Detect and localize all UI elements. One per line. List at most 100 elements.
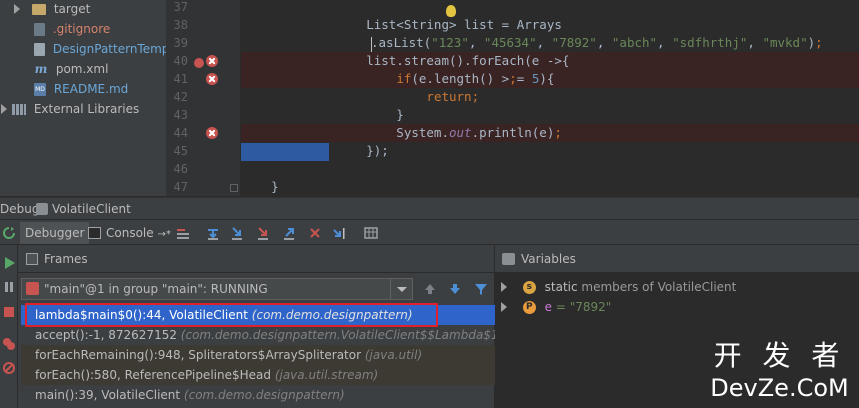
file-icon <box>34 43 45 56</box>
view-breakpoints-icon[interactable] <box>2 337 16 351</box>
tree-item-readme[interactable]: MD README.md <box>34 79 128 99</box>
tree-item-gitignore[interactable]: .gitignore <box>34 19 110 39</box>
code-line-40: list.stream().forEach(e ->{ <box>241 52 859 70</box>
show-execution-point-icon[interactable] <box>176 226 190 240</box>
project-tree: target .gitignore DesignPatternTemplate … <box>0 0 166 196</box>
frame-row[interactable]: main():39, VolatileClient (com.demo.desi… <box>21 385 495 405</box>
run-config-label[interactable]: VolatileClient <box>52 198 131 220</box>
line-number: 37 <box>173 0 188 14</box>
step-over-icon[interactable] <box>206 226 220 240</box>
frame-package: (com.demo.designpattern) <box>183 388 345 402</box>
lightbulb-icon[interactable] <box>446 5 456 17</box>
variable-row-static[interactable]: s static members of VolatileClient <box>501 277 736 297</box>
drop-frame-icon[interactable] <box>308 226 322 240</box>
console-icon <box>88 227 101 239</box>
frames-pane: Frames "main"@1 in group "main": RUNNING… <box>18 245 495 408</box>
code-line-38: List<String> list = Arrays <box>241 16 859 34</box>
markdown-file-icon: MD <box>34 83 46 96</box>
editor-gutter[interactable]: 37 38 39 40 41 42 43 44 45 46 47 <box>166 0 241 196</box>
lambda-breakpoint-icon[interactable] <box>194 58 204 68</box>
tree-item-external-libraries[interactable]: External Libraries <box>0 99 139 119</box>
tree-item-label: pom.xml <box>55 62 109 76</box>
frame-row[interactable]: forEachRemaining():948, Spliterators$Arr… <box>21 345 495 365</box>
breakpoint-icon[interactable] <box>206 73 218 85</box>
code-line-42: return; <box>241 88 859 106</box>
tab-label: Console <box>106 226 154 240</box>
filter-icon[interactable] <box>474 282 488 296</box>
rerun-icon[interactable] <box>2 226 16 240</box>
debug-title-label: Debug <box>0 202 40 216</box>
thread-dropdown[interactable]: "main"@1 in group "main": RUNNING <box>21 278 413 300</box>
thread-selected-value: "main"@1 in group "main": RUNNING <box>44 282 268 296</box>
tree-item-target[interactable]: target <box>14 0 90 19</box>
frames-header: Frames <box>18 245 494 273</box>
tree-item-pom[interactable]: m pom.xml <box>34 59 109 79</box>
breakpoint-icon[interactable] <box>206 127 218 139</box>
debug-side-toolbar <box>0 227 18 408</box>
static-badge-icon: s <box>522 281 536 294</box>
frame-row[interactable]: forEach():580, ReferencePipeline$Head (j… <box>21 365 495 385</box>
mute-breakpoints-icon[interactable] <box>2 361 16 375</box>
variables-icon <box>502 253 515 265</box>
expand-arrow-icon[interactable] <box>14 4 20 14</box>
text-caret <box>371 37 372 52</box>
watermark-line1: 开 发 者 <box>713 339 846 372</box>
tree-item-designpatterntemplate[interactable]: DesignPatternTemplate <box>34 39 166 59</box>
frame-package: (com.demo.designpattern) <box>251 308 413 322</box>
expand-arrow-icon[interactable] <box>501 302 507 312</box>
libraries-icon <box>12 104 26 115</box>
watermark-line2: DevZe.CoM <box>710 374 849 402</box>
variable-row-e[interactable]: P e = "7892" <box>501 297 611 317</box>
variable-value: = "7892" <box>552 300 612 314</box>
stop-icon[interactable] <box>2 305 16 319</box>
debug-toolbar: Debugger Console →* <box>0 219 859 245</box>
frame-row[interactable]: accept():-1, 872627152 (com.demo.designp… <box>21 325 495 345</box>
expand-arrow-icon[interactable] <box>501 282 507 292</box>
line-number: 41 <box>173 72 188 86</box>
run-config-icon <box>36 203 48 215</box>
code-editor[interactable]: List<String> list = Arrays .asList("123"… <box>241 0 859 196</box>
breakpoint-icon[interactable] <box>206 55 218 67</box>
frames-header-label: Frames <box>44 252 88 266</box>
code-line-41: if(e.length() >;= 5){ <box>241 70 859 88</box>
frame-method: forEach():580, ReferencePipeline$Head <box>35 368 271 382</box>
code-text: }); <box>306 143 389 158</box>
frame-row[interactable]: lambda$main$0():44, VolatileClient (com.… <box>21 305 495 325</box>
tab-debugger[interactable]: Debugger <box>20 222 90 244</box>
line-number: 39 <box>173 36 188 50</box>
code-line-43: } <box>241 106 859 124</box>
chevron-down-icon[interactable] <box>390 279 412 299</box>
pause-icon[interactable] <box>2 280 16 294</box>
debug-tool-window-title: Debug VolatileClient <box>0 197 859 219</box>
code-text: if(e.length() >;= 5){ <box>396 71 555 86</box>
maven-icon: m <box>34 62 48 76</box>
gitignore-file-icon <box>34 23 45 36</box>
code-text: System.out.println(e); <box>306 125 562 140</box>
frame-package: (com.demo.designpattern.VolatileClient$$… <box>180 328 495 342</box>
force-step-into-icon[interactable] <box>256 226 270 240</box>
variable-name: static <box>544 280 578 294</box>
arrow-down-icon[interactable] <box>448 282 462 296</box>
line-number: 42 <box>173 90 188 104</box>
line-number: 38 <box>173 18 188 32</box>
variables-header: Variables <box>495 245 859 273</box>
fold-icon[interactable] <box>230 184 238 192</box>
frame-package: (java.util) <box>364 348 423 362</box>
arrow-up-icon[interactable] <box>423 282 437 296</box>
step-out-icon[interactable] <box>282 226 296 240</box>
expand-arrow-icon[interactable] <box>1 104 7 114</box>
code-line-44: System.out.println(e); <box>241 124 859 142</box>
evaluate-expression-icon[interactable] <box>364 226 378 240</box>
frame-package: (java.util.stream) <box>274 368 379 382</box>
tab-console[interactable]: Console →* <box>84 222 176 244</box>
step-into-icon[interactable] <box>230 226 244 240</box>
variable-value: members of VolatileClient <box>577 280 737 294</box>
code-text: list.stream().forEach(e ->{ <box>306 53 570 68</box>
devze-watermark-logo: 开 发 者 DevZe.CoM <box>700 338 859 408</box>
line-number: 46 <box>173 162 188 176</box>
code-text: } <box>241 179 279 194</box>
frames-icon <box>26 253 38 265</box>
variables-header-label: Variables <box>521 252 576 266</box>
resume-icon[interactable] <box>2 256 16 270</box>
run-to-cursor-icon[interactable] <box>332 226 346 240</box>
